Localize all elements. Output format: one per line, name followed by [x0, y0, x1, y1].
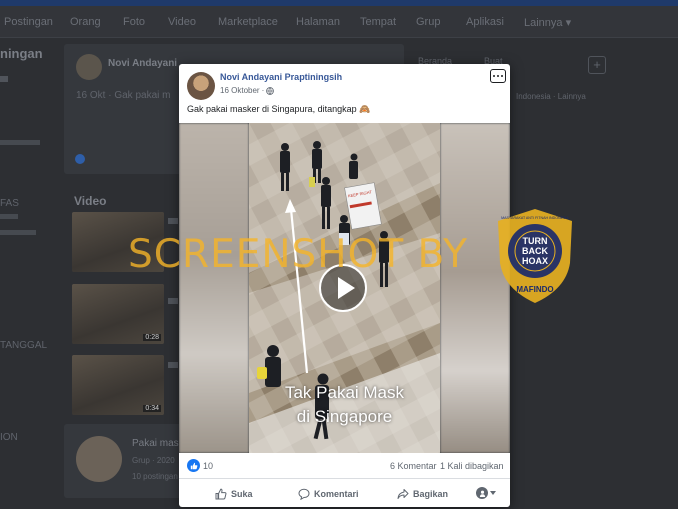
video-thumbnail[interactable]: 0:34: [72, 355, 164, 415]
video-overlay-line-1: Tak Pakai Mask: [284, 383, 405, 402]
thumb-up-icon: [215, 488, 227, 499]
nav-item-people[interactable]: Orang: [70, 16, 101, 28]
comment-button-label: Komentari: [314, 488, 359, 499]
share-button-label: Bagikan: [413, 488, 449, 499]
video-overlay-line-2: di Singapore: [296, 407, 393, 426]
share-button[interactable]: Bagikan: [397, 485, 448, 502]
video-blur-right: [440, 123, 510, 453]
post-modal: Novi Andayani Praptiningsih 16 Oktober ·…: [179, 64, 510, 507]
post-author-name[interactable]: Novi Andayani Praptiningsih: [220, 72, 342, 82]
nav-item-photos[interactable]: Foto: [123, 16, 145, 28]
video-section-title: Video: [74, 194, 107, 208]
like-reaction-icon: [75, 154, 85, 164]
audience-icon: [476, 487, 488, 499]
group-sub: Grup · 2020: [132, 456, 175, 465]
nav-item-marketplace[interactable]: Marketplace: [218, 16, 278, 28]
avatar: [76, 54, 102, 80]
comment-count[interactable]: 6 Komentar: [390, 461, 437, 471]
nav-item-places[interactable]: Tempat: [360, 16, 396, 28]
video-thumbnail[interactable]: 0:28: [72, 284, 164, 344]
share-icon: [397, 488, 409, 499]
audience-selector[interactable]: [476, 487, 496, 499]
comment-icon: [298, 488, 310, 500]
background-post-author[interactable]: Novi Andayani: [108, 58, 177, 69]
sidebar-label: FAS: [0, 198, 19, 209]
like-button-label: Suka: [231, 488, 253, 499]
background-post-meta: 16 Okt · Gak pakai m: [76, 90, 171, 101]
share-count[interactable]: 1 Kali dibagikan: [440, 461, 504, 471]
search-filter-nav: Postingan Orang Foto Video Marketplace H…: [0, 6, 678, 38]
reaction-count[interactable]: 10: [203, 461, 213, 471]
post-caption: Gak pakai masker di Singapura, ditangkap…: [187, 104, 371, 114]
nav-item-videos[interactable]: Video: [168, 16, 196, 28]
video-blur-left: [179, 123, 249, 453]
nav-item-groups[interactable]: Grup: [416, 16, 440, 28]
like-button[interactable]: Suka: [215, 485, 253, 502]
post-date[interactable]: 16 Oktober: [220, 86, 260, 95]
video-player[interactable]: KEEP RIGHT Tak Pakai Mask di Singapore: [179, 123, 510, 453]
post-date-row: 16 Oktober ·: [220, 86, 275, 95]
nav-item-more[interactable]: Lainnya ▾: [524, 16, 571, 29]
author-avatar[interactable]: [187, 72, 215, 100]
chevron-down-icon: [490, 491, 496, 495]
globe-icon: [266, 86, 275, 95]
nav-item-posts[interactable]: Postingan: [4, 16, 53, 28]
comment-button[interactable]: Komentari: [298, 485, 359, 502]
group-title[interactable]: Pakai mas: [132, 438, 179, 449]
like-reaction-icon[interactable]: [187, 459, 200, 472]
more-options-icon[interactable]: [490, 69, 506, 83]
group-avatar: [76, 436, 122, 482]
video-thumbnail[interactable]: [72, 212, 164, 272]
post-stats-bar: 10 6 Komentar 1 Kali dibagikan: [179, 453, 510, 479]
play-icon[interactable]: [319, 264, 367, 312]
post-actions: Suka Komentari Bagikan: [179, 480, 510, 507]
sidebar-label: TANGGAL: [0, 340, 48, 351]
nav-item-apps[interactable]: Aplikasi: [466, 16, 504, 28]
group-meta: 10 postingan: [132, 472, 178, 481]
right-meta: Indonesia · Lainnya: [516, 92, 586, 101]
nav-item-pages[interactable]: Halaman: [296, 16, 340, 28]
sidebar-label: ION: [0, 432, 18, 443]
left-column-header: ningan: [0, 46, 43, 61]
